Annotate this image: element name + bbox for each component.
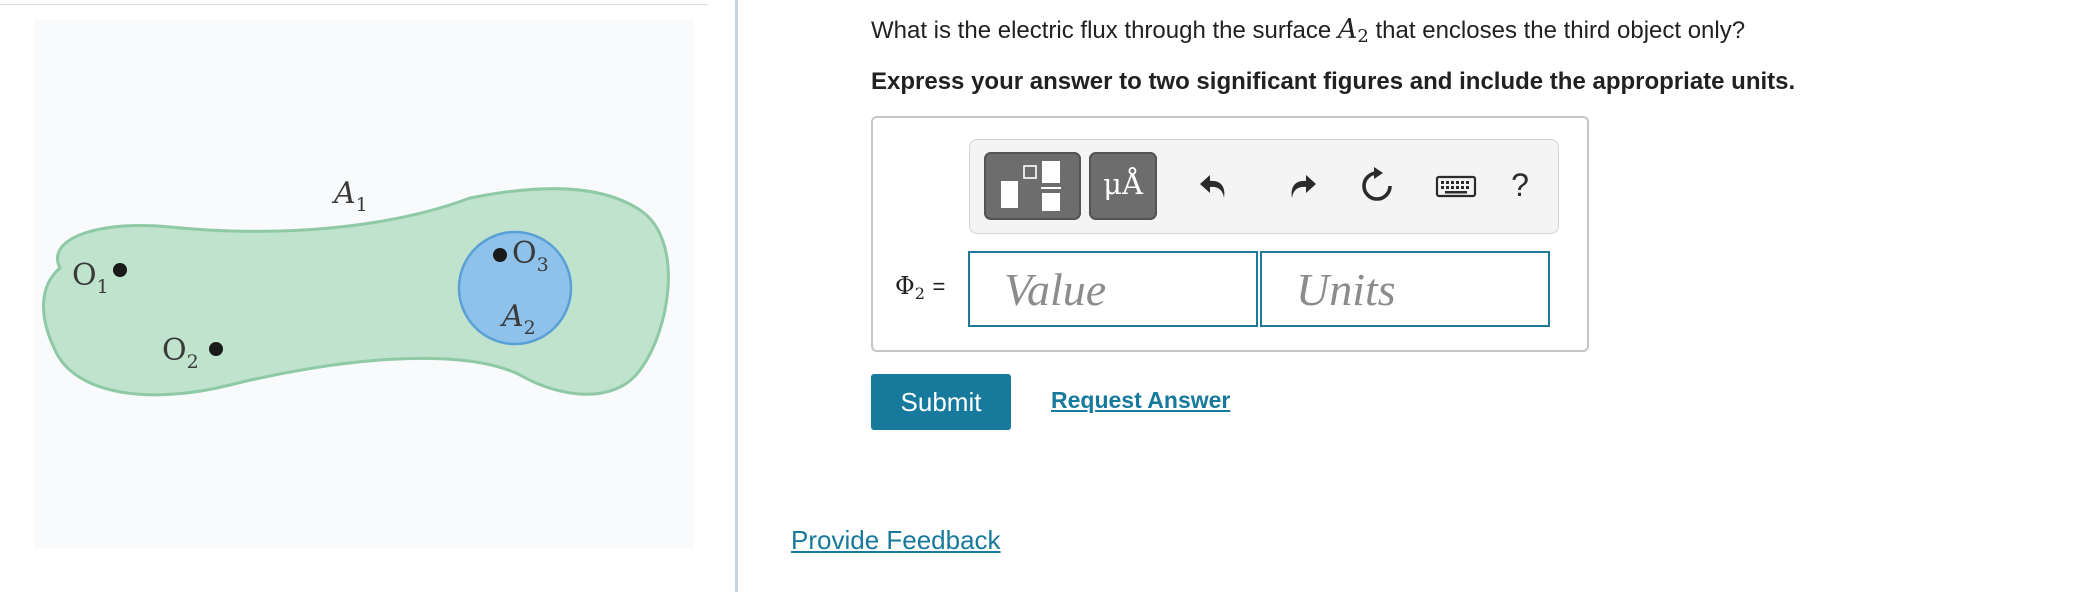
panel-divider — [735, 0, 738, 592]
question-prefix: What is the electric flux through the su… — [871, 17, 1332, 44]
question-symbol: A2 — [1337, 14, 1369, 47]
redo-icon[interactable] — [1276, 164, 1320, 208]
math-toolbar: μÅ ? — [969, 139, 1559, 234]
figure-panel: A1 O1 O2 O3 A2 — [0, 0, 735, 592]
object-o3-dot — [493, 248, 507, 262]
instruction-text: Express your answer to two significant f… — [871, 68, 1796, 95]
label-a1: A1 — [331, 176, 368, 216]
question-text: What is the electric flux through the su… — [871, 14, 1745, 49]
help-icon[interactable]: ? — [1498, 167, 1542, 204]
request-answer-link[interactable]: Request Answer — [1051, 387, 1230, 414]
units-icon: μÅ — [1103, 167, 1143, 201]
undo-icon[interactable] — [1196, 164, 1240, 208]
templates-icon — [1001, 161, 1061, 211]
value-input[interactable] — [968, 251, 1258, 327]
reset-icon[interactable] — [1355, 164, 1399, 208]
keyboard-icon[interactable] — [1434, 164, 1478, 208]
answer-variable-label: Φ2 = — [895, 272, 946, 303]
surface-a1-shape — [42, 187, 670, 397]
object-o2-dot — [209, 342, 223, 356]
gauss-surface-figure: A1 O1 O2 O3 A2 — [42, 176, 670, 397]
units-input[interactable] — [1260, 251, 1550, 327]
templates-button[interactable] — [984, 152, 1081, 220]
question-suffix: that encloses the third object only? — [1375, 17, 1746, 44]
object-o1-dot — [113, 263, 127, 277]
provide-feedback-link[interactable]: Provide Feedback — [791, 525, 1001, 556]
submit-button[interactable]: Submit — [871, 374, 1011, 430]
units-button[interactable]: μÅ — [1089, 152, 1157, 220]
